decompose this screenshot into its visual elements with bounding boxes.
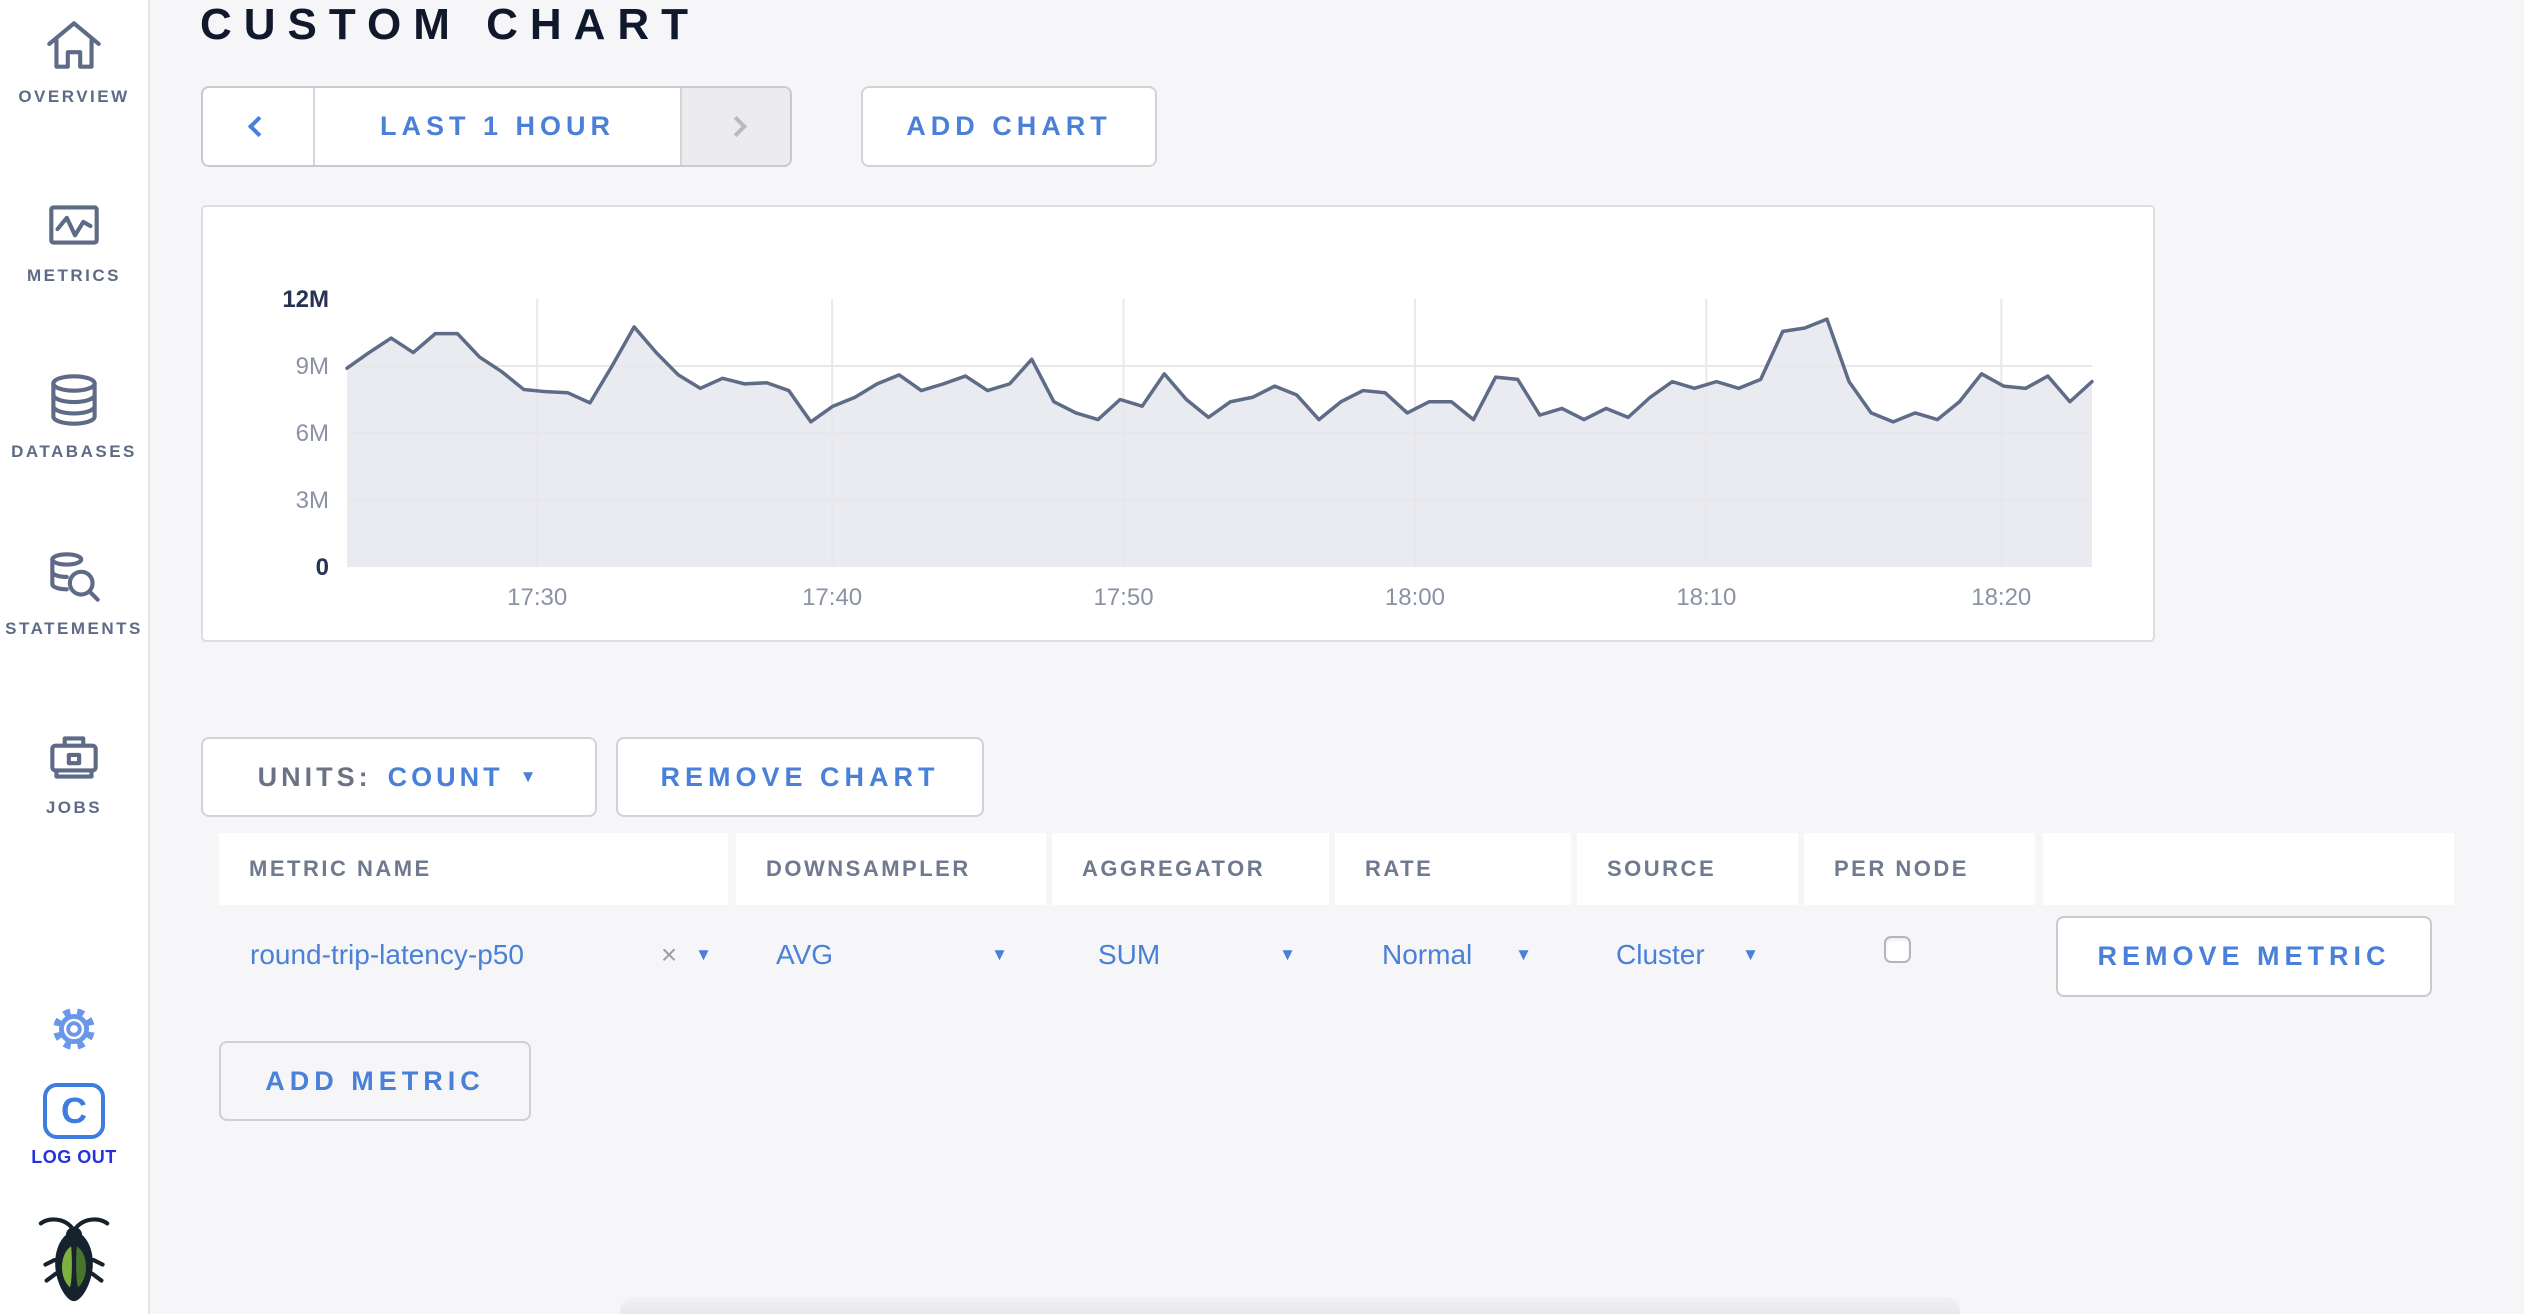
units-dropdown[interactable]: UNITS: COUNT ▼ (201, 737, 597, 817)
page-title: CUSTOM CHART (200, 0, 701, 49)
chevron-left-icon (247, 115, 269, 138)
sidebar-item-metrics[interactable]: METRICS (0, 192, 148, 286)
time-range-label[interactable]: LAST 1 HOUR (315, 88, 680, 165)
units-value: COUNT (387, 761, 504, 792)
cockroach-bug-icon (38, 1217, 110, 1302)
svg-text:18:20: 18:20 (1971, 584, 2031, 611)
remove-metric-button[interactable]: REMOVE METRIC (2056, 916, 2432, 997)
custom-chart-page: OVERVIEW METRICS DATABASES STATEMENTS JO… (0, 0, 2524, 1314)
gear-icon (53, 1008, 95, 1050)
column-header-aggregator: AGGREGATOR (1052, 833, 1329, 905)
chevron-down-icon: ▼ (1279, 945, 1296, 964)
downsampler-value: AVG (776, 939, 834, 970)
metrics-icon (49, 205, 99, 245)
svg-text:17:50: 17:50 (1093, 584, 1153, 611)
rate-select[interactable]: Normal ▼ (1382, 928, 1532, 982)
sidebar: OVERVIEW METRICS DATABASES STATEMENTS JO… (0, 0, 150, 1314)
downsampler-select[interactable]: AVG ▼ (776, 928, 1008, 982)
source-select[interactable]: Cluster ▼ (1616, 928, 1759, 982)
metric-name-select[interactable]: round-trip-latency-p50 × ▼ (250, 928, 712, 982)
rate-value: Normal (1382, 939, 1473, 970)
sidebar-item-label: OVERVIEW (18, 87, 130, 106)
svg-text:12M: 12M (282, 286, 329, 313)
sidebar-item-label: METRICS (27, 266, 121, 285)
column-header-actions (2043, 833, 2454, 905)
jobs-icon (50, 736, 98, 779)
svg-text:3M: 3M (296, 487, 329, 514)
add-metric-button[interactable]: ADD METRIC (219, 1041, 531, 1121)
column-header-rate: RATE (1335, 833, 1571, 905)
clear-metric-icon[interactable]: × (661, 939, 677, 971)
svg-text:18:10: 18:10 (1676, 584, 1736, 611)
chart-card: 0 3M 6M 9M 12M 17:30 17:40 17:50 18:00 18:10 18:20 (201, 205, 2155, 642)
remove-chart-button[interactable]: REMOVE CHART (616, 737, 984, 817)
sidebar-item-jobs[interactable]: JOBS (0, 724, 148, 818)
column-header-downsampler: DOWNSAMPLER (736, 833, 1046, 905)
sidebar-item-settings[interactable] (0, 998, 148, 1060)
time-range-next-button[interactable] (680, 88, 790, 165)
sidebar-item-label: STATEMENTS (5, 619, 143, 638)
statements-icon (50, 552, 100, 602)
column-header-source: SOURCE (1577, 833, 1798, 905)
column-header-per-node: PER NODE (1804, 833, 2035, 905)
column-header-metric-name: METRIC NAME (219, 833, 728, 905)
add-chart-button[interactable]: ADD CHART (861, 86, 1157, 167)
chevron-down-icon: ▼ (1515, 945, 1532, 964)
sidebar-item-label: DATABASES (11, 442, 137, 461)
next-panel-shadow (620, 1297, 1960, 1314)
chevron-down-icon: ▼ (1742, 945, 1759, 964)
sidebar-item-cockroach-logo (0, 1212, 148, 1308)
per-node-checkbox[interactable] (1884, 936, 1911, 963)
svg-text:6M: 6M (296, 420, 329, 447)
metric-name-value: round-trip-latency-p50 (250, 939, 524, 970)
chevron-down-icon: ▼ (991, 945, 1008, 964)
sidebar-item-overview[interactable]: OVERVIEW (0, 13, 148, 107)
time-range-prev-button[interactable] (203, 88, 315, 165)
sidebar-item-statements[interactable]: STATEMENTS (0, 545, 148, 639)
sidebar-item-label: JOBS (45, 798, 103, 817)
units-label: UNITS: (257, 761, 372, 792)
svg-text:17:40: 17:40 (802, 584, 862, 611)
logout-label: LOG OUT (31, 1147, 117, 1167)
aggregator-value: SUM (1098, 939, 1161, 970)
svg-text:17:30: 17:30 (507, 584, 567, 611)
sidebar-item-databases[interactable]: DATABASES (0, 368, 148, 462)
time-range-picker: LAST 1 HOUR (201, 86, 792, 167)
svg-text:18:00: 18:00 (1385, 584, 1445, 611)
cockroach-c-logo-icon: C (43, 1083, 105, 1139)
chevron-right-icon (725, 115, 747, 138)
aggregator-select[interactable]: SUM ▼ (1098, 928, 1296, 982)
database-icon (51, 374, 97, 426)
home-icon (47, 21, 101, 69)
chevron-down-icon: ▼ (695, 945, 712, 964)
svg-text:0: 0 (316, 554, 329, 581)
svg-text:9M: 9M (296, 353, 329, 380)
source-value: Cluster (1616, 939, 1705, 970)
chevron-down-icon: ▼ (519, 767, 541, 786)
timeseries-chart: 0 3M 6M 9M 12M 17:30 17:40 17:50 18:00 18:10 18:20 (282, 286, 2094, 611)
sidebar-item-logout[interactable]: C LOG OUT (0, 1083, 148, 1168)
